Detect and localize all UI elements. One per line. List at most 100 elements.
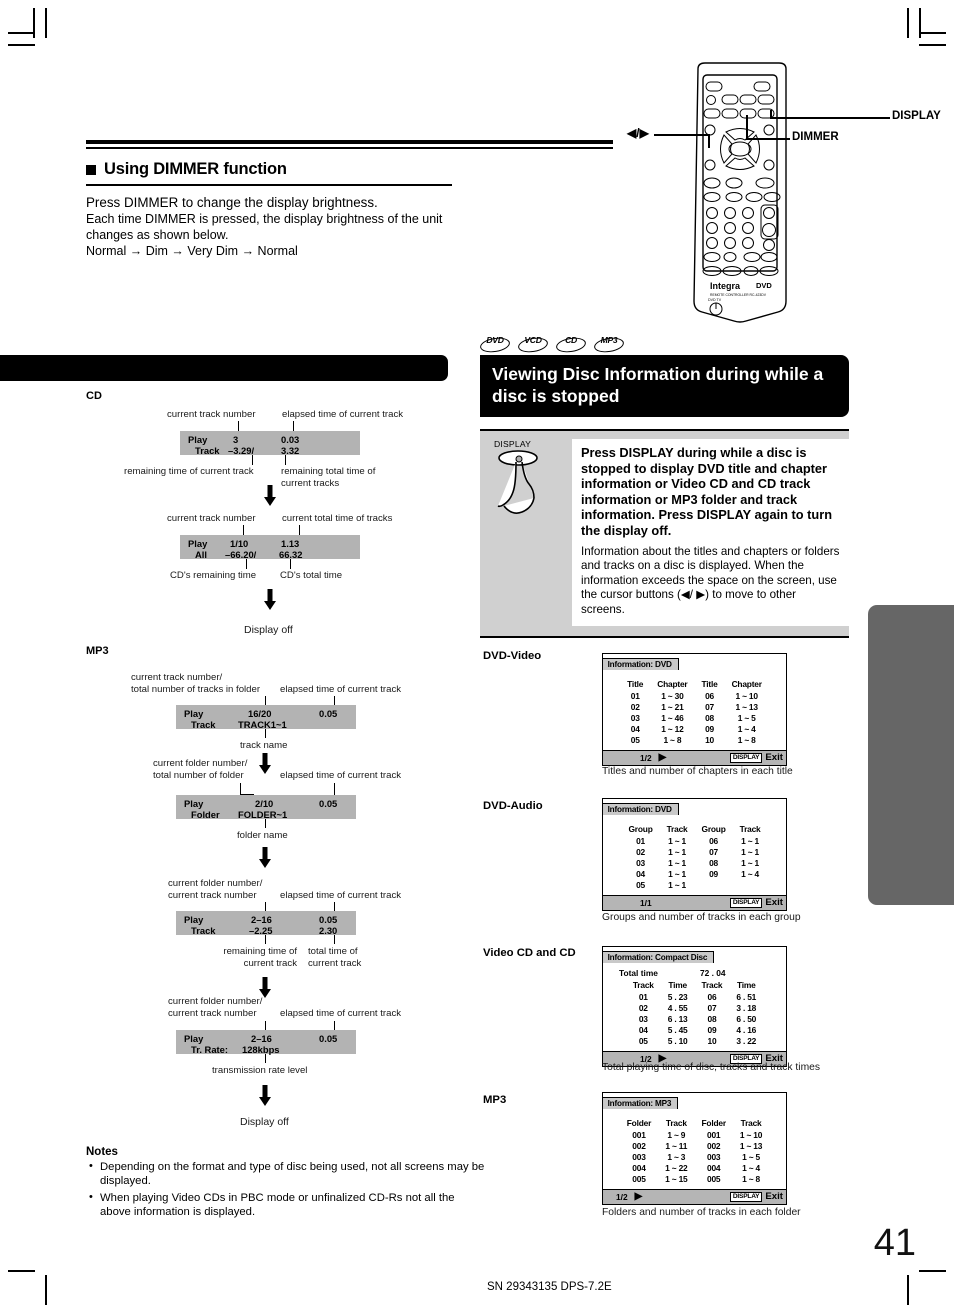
callout-dimmer: DIMMER bbox=[792, 131, 839, 143]
mp3-step2-lead-top-2 bbox=[334, 783, 335, 795]
cd-step2-vfd-c1-top: 1/10 bbox=[230, 538, 249, 549]
display-button-label: DISPLAY bbox=[494, 439, 532, 449]
osd-panel-video-cd: Information: Compact Disc Total time 72 … bbox=[601, 946, 787, 1067]
cell: 07 bbox=[709, 847, 719, 858]
mp3-step3-vfd: Play Track 2–16 –2.25 0.05 2.30 bbox=[176, 911, 356, 936]
osd-grid: Folder Track Folder Track 001 1 ~ 9 001 … bbox=[603, 1111, 786, 1189]
osd-header-row: Track Time Track Time bbox=[626, 980, 763, 992]
osd-total-label: Total time bbox=[619, 968, 658, 978]
mp3-step4-lead-bot bbox=[265, 1054, 266, 1063]
cell: 04 bbox=[638, 1024, 648, 1035]
cd-step1-caption-bot-2b: current tracks bbox=[281, 477, 340, 489]
next-page-arrow-icon[interactable]: ▶ bbox=[635, 1191, 643, 1202]
osd-header-row: Title Chapter Title Chapter bbox=[620, 679, 769, 691]
mp3-step1-lead-bot bbox=[265, 729, 266, 738]
mp3-step3-capb1a: remaining time of bbox=[223, 946, 297, 957]
table-row: 04 1 ~ 12 09 1 ~ 4 bbox=[620, 723, 769, 734]
osd-col-h1: Track bbox=[665, 1118, 687, 1128]
cd-step1-vfd-c2-bot: 3.32 bbox=[281, 445, 300, 456]
mp3-step1-caption-top-1: current track number/ total number of tr… bbox=[131, 672, 260, 695]
table-row: 03 1 ~ 46 08 1 ~ 5 bbox=[620, 713, 769, 724]
table-row: 002 1 ~ 11 002 1 ~ 13 bbox=[620, 1141, 769, 1152]
mp3-step3-lead-top-1 bbox=[265, 902, 266, 911]
osd-display-key[interactable]: DISPLAY bbox=[729, 1191, 763, 1202]
osd-footer: 1/1 DISPLAY Exit bbox=[603, 894, 786, 910]
cell: 003 bbox=[707, 1151, 721, 1162]
crop-mark-bl-h bbox=[8, 1270, 35, 1272]
osd-col-h2: Track bbox=[701, 980, 723, 990]
cell: 1 ~ 1 bbox=[668, 879, 686, 890]
cell: 6 . 51 bbox=[736, 992, 757, 1003]
osd-page-indicator: 1/1 bbox=[640, 897, 652, 908]
osd-exit-label[interactable]: Exit bbox=[765, 752, 783, 763]
osd-kind-dvd-video: DVD-Video bbox=[483, 650, 542, 662]
cell: 01 bbox=[630, 691, 640, 702]
osd-col-h0: Track bbox=[632, 980, 654, 990]
cell: 1 ~ 1 bbox=[741, 847, 759, 858]
page-footer: SN 29343135 DPS-7.2E bbox=[487, 1281, 612, 1293]
flow-arrow-3 bbox=[259, 753, 271, 774]
notes-section: Notes Depending on the format and type o… bbox=[86, 1146, 486, 1219]
cd-step1-vfd-label2: Track bbox=[195, 445, 220, 456]
osd-grid: Track Time Track Time 01 5 . 23 06 6 . 5… bbox=[603, 979, 786, 1051]
osd-caption-video-cd: Total playing time of disc, tracks and t… bbox=[602, 1062, 821, 1073]
cell: 01 bbox=[636, 836, 645, 847]
filled-square-icon bbox=[86, 164, 96, 175]
osd-exit-label[interactable]: Exit bbox=[765, 1191, 783, 1202]
mp3-step3-vfd-label2: Track bbox=[191, 925, 216, 936]
cell: 1 ~ 9 bbox=[667, 1130, 686, 1141]
mp3-step4-vfd-c1-top: 2–16 bbox=[251, 1033, 272, 1044]
table-row: 003 1 ~ 3 003 1 ~ 5 bbox=[620, 1152, 769, 1163]
mp3-step4-caption-top-2: elapsed time of current track bbox=[280, 1008, 402, 1019]
section-black-band bbox=[0, 355, 448, 381]
osd-panel-dvd-video: Information: DVD Title Chapter Title Cha… bbox=[601, 653, 787, 766]
dimmer-heading-label: Using DIMMER function bbox=[104, 160, 287, 178]
osd-col-h0: Title bbox=[627, 679, 644, 689]
crop-mark-bl-v bbox=[45, 1275, 47, 1305]
osd-display-key[interactable]: DISPLAY bbox=[729, 752, 763, 763]
cell: 1 ~ 4 bbox=[737, 723, 756, 734]
osd-grid: Group Track Group Track 01 1 ~ 1 06 1 ~ … bbox=[603, 817, 786, 895]
mp3-step2-caption-top-1: current folder number/ total number of f… bbox=[153, 758, 247, 781]
osd-col-h2: Title bbox=[701, 679, 718, 689]
crop-mark-tl-h bbox=[8, 32, 35, 34]
remote-brand: Integra bbox=[710, 281, 741, 291]
osd-col-h0: Folder bbox=[626, 1118, 652, 1128]
osd-panel-dvd-audio: Information: DVD Group Track Group Track… bbox=[601, 798, 787, 911]
cell: 03 bbox=[636, 857, 645, 868]
mp3-step3-lead-bot-2 bbox=[334, 935, 335, 944]
cell: 1 ~ 11 bbox=[665, 1141, 688, 1152]
badge-vcd-label: VCD bbox=[524, 335, 542, 345]
osd-tab-label: Information: DVD bbox=[601, 658, 679, 670]
mp3-step3-cap1a: current folder number/ bbox=[168, 878, 263, 889]
cd-step1-caption-bot-2a: remaining total time of bbox=[281, 466, 376, 477]
cell: 02 bbox=[636, 847, 645, 858]
osd-exit-label[interactable]: Exit bbox=[765, 897, 783, 908]
cell: 08 bbox=[705, 712, 714, 723]
callout-line-dimmer bbox=[746, 138, 790, 140]
notes-list: Depending on the format and type of disc… bbox=[86, 1159, 486, 1219]
crop-mark-tl-h2 bbox=[8, 44, 35, 46]
cell: 1 ~ 22 bbox=[665, 1162, 688, 1173]
osd-display-key[interactable]: DISPLAY bbox=[729, 897, 763, 908]
dimmer-heading: Using DIMMER function bbox=[86, 160, 486, 179]
dimmer-line-3: changes as shown below. bbox=[86, 228, 229, 243]
cd-step2-lead-bot-2 bbox=[290, 559, 291, 569]
crop-mark-tr-h2 bbox=[919, 44, 946, 46]
osd-col-h3: Time bbox=[736, 980, 756, 990]
mp3-step4-vfd-c2-top: 0.05 bbox=[319, 1033, 338, 1044]
cell: 09 bbox=[707, 1024, 717, 1035]
cell: 10 bbox=[705, 734, 714, 745]
remote-model-text: REMOTE CONTROLLER RC-423DV bbox=[710, 293, 767, 297]
osd-total-time-row: Total time 72 . 04 bbox=[603, 965, 786, 979]
next-page-arrow-icon[interactable]: ▶ bbox=[659, 752, 667, 763]
table-row: 01 5 . 23 06 6 . 51 bbox=[626, 992, 763, 1003]
cell: 6 . 50 bbox=[736, 1013, 757, 1024]
mp3-step1-vfd-label1: Play bbox=[184, 708, 204, 719]
mp3-step1-cap1b: total number of tracks in folder bbox=[131, 683, 261, 695]
osd-table: Group Track Group Track 01 1 ~ 1 06 1 ~ … bbox=[621, 824, 767, 890]
cell: 1 ~ 3 bbox=[667, 1151, 686, 1162]
mp3-step3-cap1b: current track number bbox=[168, 889, 257, 901]
cell: 1 ~ 30 bbox=[661, 691, 684, 702]
mp3-step3-vfd-c2-top: 0.05 bbox=[319, 914, 338, 925]
